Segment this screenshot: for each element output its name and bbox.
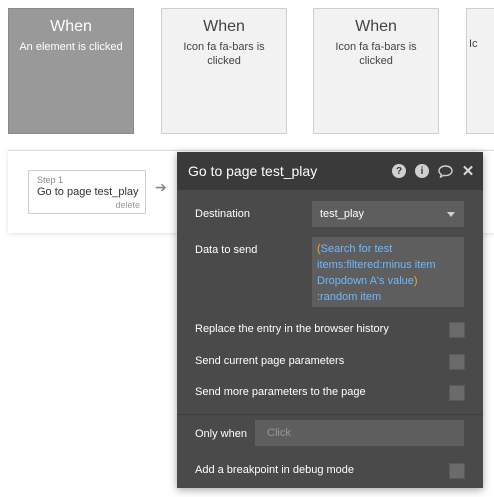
data-to-send-label: Data to send [195,244,258,256]
info-icon[interactable]: i [413,162,431,180]
event-card-subtitle: Icon fa fa-bars is clicked [183,41,265,67]
send-more-params-checkbox[interactable] [449,385,465,401]
expression-random-item[interactable]: :random item [317,291,381,303]
question-icon[interactable]: ? [390,162,408,180]
chevron-down-icon [447,212,455,217]
divider [177,414,483,415]
send-current-params-checkbox[interactable] [449,354,465,370]
breakpoint-checkbox[interactable] [449,463,465,479]
only-when-label: Only when [195,428,247,440]
destination-dropdown[interactable]: test_play [312,201,464,227]
arrow-right-icon: ➔ [155,179,167,195]
breakpoint-label: Add a breakpoint in debug mode [195,464,355,476]
event-card-subtitle: Icon fa fa-bars is clicked [335,41,417,67]
destination-value: test_play [320,208,365,220]
event-card-partial[interactable]: Ic [466,8,494,134]
event-card-element-clicked[interactable]: When An element is clicked [8,8,134,134]
destination-label: Destination [195,208,251,220]
step-name: Go to page test_play [37,186,139,198]
expression-close-paren: ) [413,275,418,287]
event-card-title: When [50,18,92,35]
send-current-params-label: Send current page parameters [195,355,345,367]
replace-history-checkbox[interactable] [449,322,465,338]
event-card-subtitle: An element is clicked [19,41,123,53]
send-more-params-label: Send more parameters to the page [195,386,366,398]
comment-icon[interactable] [436,162,454,180]
replace-history-label: Replace the entry in the browser history [195,323,389,335]
panel-header: Go to page test_play ? i ✕ [177,152,483,190]
event-card-icon-clicked[interactable]: When Icon fa fa-bars is clicked [161,8,287,134]
step-card[interactable]: Step 1 Go to page test_play delete [28,170,146,214]
expression-search-text[interactable]: Search for test items:filtered:minus ite… [317,243,436,287]
step-delete-link[interactable]: delete [115,200,140,210]
action-properties-panel: Go to page test_play ? i ✕ Destination t… [177,152,483,488]
step-number: Step 1 [37,175,64,185]
close-icon[interactable]: ✕ [459,162,477,180]
event-card-icon-clicked-2[interactable]: When Icon fa fa-bars is clicked [313,8,439,134]
data-to-send-expression[interactable]: (Search for test items:filtered:minus it… [312,237,464,307]
panel-title: Go to page test_play [188,163,318,179]
only-when-input[interactable]: Click [255,420,464,446]
event-card-subtitle: Ic [469,38,478,50]
event-card-title: When [355,18,397,35]
event-card-title: When [203,18,245,35]
